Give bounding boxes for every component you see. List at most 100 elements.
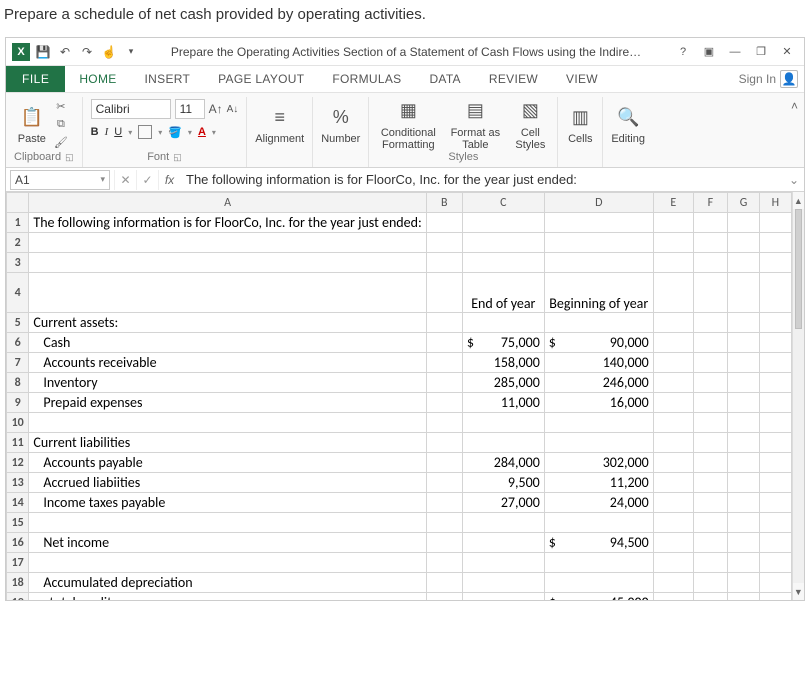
cell-H18[interactable] — [760, 573, 791, 593]
cell-H19[interactable] — [760, 593, 791, 601]
cell-F17[interactable] — [693, 553, 727, 573]
cell-F4[interactable] — [693, 273, 727, 313]
cell-H7[interactable] — [760, 353, 791, 373]
scroll-thumb[interactable] — [795, 209, 802, 329]
cell-D12[interactable]: 302,000 — [544, 453, 653, 473]
vertical-scrollbar[interactable]: ▲ ▼ — [792, 192, 804, 600]
cell-D19[interactable]: $45,000 — [544, 593, 653, 601]
row-header[interactable]: 10 — [7, 413, 29, 433]
fill-color-button[interactable]: 🪣 — [168, 126, 182, 139]
collapse-ribbon-icon[interactable]: ˄ — [785, 97, 804, 167]
cell-H2[interactable] — [760, 233, 791, 253]
cell-E14[interactable] — [653, 493, 693, 513]
cell-E2[interactable] — [653, 233, 693, 253]
cell-C1[interactable] — [462, 213, 544, 233]
cell-F6[interactable] — [693, 333, 727, 353]
cell-E6[interactable] — [653, 333, 693, 353]
tab-view[interactable]: VIEW — [552, 66, 612, 92]
row-header[interactable]: 11 — [7, 433, 29, 453]
cell-D15[interactable] — [544, 513, 653, 533]
cell-G10[interactable] — [727, 413, 759, 433]
cell-F8[interactable] — [693, 373, 727, 393]
cell-H12[interactable] — [760, 453, 791, 473]
cell-F15[interactable] — [693, 513, 727, 533]
scroll-track[interactable] — [793, 209, 804, 583]
col-header-A[interactable]: A — [29, 193, 426, 213]
row-header[interactable]: 7 — [7, 353, 29, 373]
cell-A1[interactable]: The following information is for FloorCo… — [29, 213, 426, 233]
help-icon[interactable]: ? — [672, 43, 694, 61]
cell-B14[interactable] — [426, 493, 462, 513]
save-icon[interactable]: 💾 — [34, 43, 52, 61]
cell-C8[interactable]: 285,000 — [462, 373, 544, 393]
cell-D14[interactable]: 24,000 — [544, 493, 653, 513]
cell-C5[interactable] — [462, 313, 544, 333]
cell-E15[interactable] — [653, 513, 693, 533]
cell-H16[interactable] — [760, 533, 791, 553]
cell-H3[interactable] — [760, 253, 791, 273]
cell-F18[interactable] — [693, 573, 727, 593]
cell-C4[interactable]: End of year — [462, 273, 544, 313]
undo-icon[interactable]: ↶ — [56, 43, 74, 61]
cell-C6[interactable]: $75,000 — [462, 333, 544, 353]
cell-H6[interactable] — [760, 333, 791, 353]
cell-E13[interactable] — [653, 473, 693, 493]
cell-B4[interactable] — [426, 273, 462, 313]
cell-F10[interactable] — [693, 413, 727, 433]
cell-H17[interactable] — [760, 553, 791, 573]
cell-B5[interactable] — [426, 313, 462, 333]
cell-A15[interactable] — [29, 513, 426, 533]
row-header[interactable]: 2 — [7, 233, 29, 253]
cell-A9[interactable]: Prepaid expenses — [29, 393, 426, 413]
cell-B2[interactable] — [426, 233, 462, 253]
cell-D6[interactable]: $90,000 — [544, 333, 653, 353]
row-header[interactable]: 3 — [7, 253, 29, 273]
cell-A18[interactable]: Accumulated depreciation — [29, 573, 426, 593]
cell-H1[interactable] — [760, 213, 791, 233]
cell-C14[interactable]: 27,000 — [462, 493, 544, 513]
conditional-formatting-button[interactable]: ▦ Conditional Formatting — [377, 97, 439, 151]
cell-C12[interactable]: 284,000 — [462, 453, 544, 473]
cell-B8[interactable] — [426, 373, 462, 393]
row-header[interactable]: 19 — [7, 593, 29, 601]
border-button[interactable] — [138, 125, 152, 139]
cell-D9[interactable]: 16,000 — [544, 393, 653, 413]
spreadsheet-grid[interactable]: A B C D E F G H 1The following informati… — [6, 192, 792, 600]
cell-C10[interactable] — [462, 413, 544, 433]
row-header[interactable]: 1 — [7, 213, 29, 233]
cut-icon[interactable]: ✂ — [52, 98, 70, 114]
cell-G6[interactable] — [727, 333, 759, 353]
col-header-C[interactable]: C — [462, 193, 544, 213]
cell-E3[interactable] — [653, 253, 693, 273]
cell-G5[interactable] — [727, 313, 759, 333]
cell-C19[interactable] — [462, 593, 544, 601]
cell-F2[interactable] — [693, 233, 727, 253]
qat-more-icon[interactable]: ▾ — [122, 43, 140, 61]
cell-E12[interactable] — [653, 453, 693, 473]
cell-B15[interactable] — [426, 513, 462, 533]
cell-G3[interactable] — [727, 253, 759, 273]
cell-B1[interactable] — [426, 213, 462, 233]
touch-mode-icon[interactable]: ☝ — [100, 43, 118, 61]
format-as-table-button[interactable]: ▤ Format as Table — [449, 97, 501, 151]
cell-G4[interactable] — [727, 273, 759, 313]
cell-B16[interactable] — [426, 533, 462, 553]
cell-F19[interactable] — [693, 593, 727, 601]
cell-D5[interactable] — [544, 313, 653, 333]
row-header[interactable]: 6 — [7, 333, 29, 353]
cell-G2[interactable] — [727, 233, 759, 253]
column-headers[interactable]: A B C D E F G H — [7, 193, 792, 213]
formula-input[interactable]: The following information is for FloorCo… — [180, 172, 784, 187]
cell-A6[interactable]: Cash — [29, 333, 426, 353]
name-box[interactable]: A1 ▾ — [10, 170, 110, 190]
cell-A14[interactable]: Income taxes payable — [29, 493, 426, 513]
cell-A7[interactable]: Accounts receivable — [29, 353, 426, 373]
cell-D17[interactable] — [544, 553, 653, 573]
tab-home[interactable]: HOME — [65, 66, 130, 92]
redo-icon[interactable]: ↷ — [78, 43, 96, 61]
tab-data[interactable]: DATA — [415, 66, 474, 92]
cell-C13[interactable]: 9,500 — [462, 473, 544, 493]
cell-B3[interactable] — [426, 253, 462, 273]
cell-H11[interactable] — [760, 433, 791, 453]
cells-button[interactable]: ▥ Cells — [566, 103, 594, 145]
